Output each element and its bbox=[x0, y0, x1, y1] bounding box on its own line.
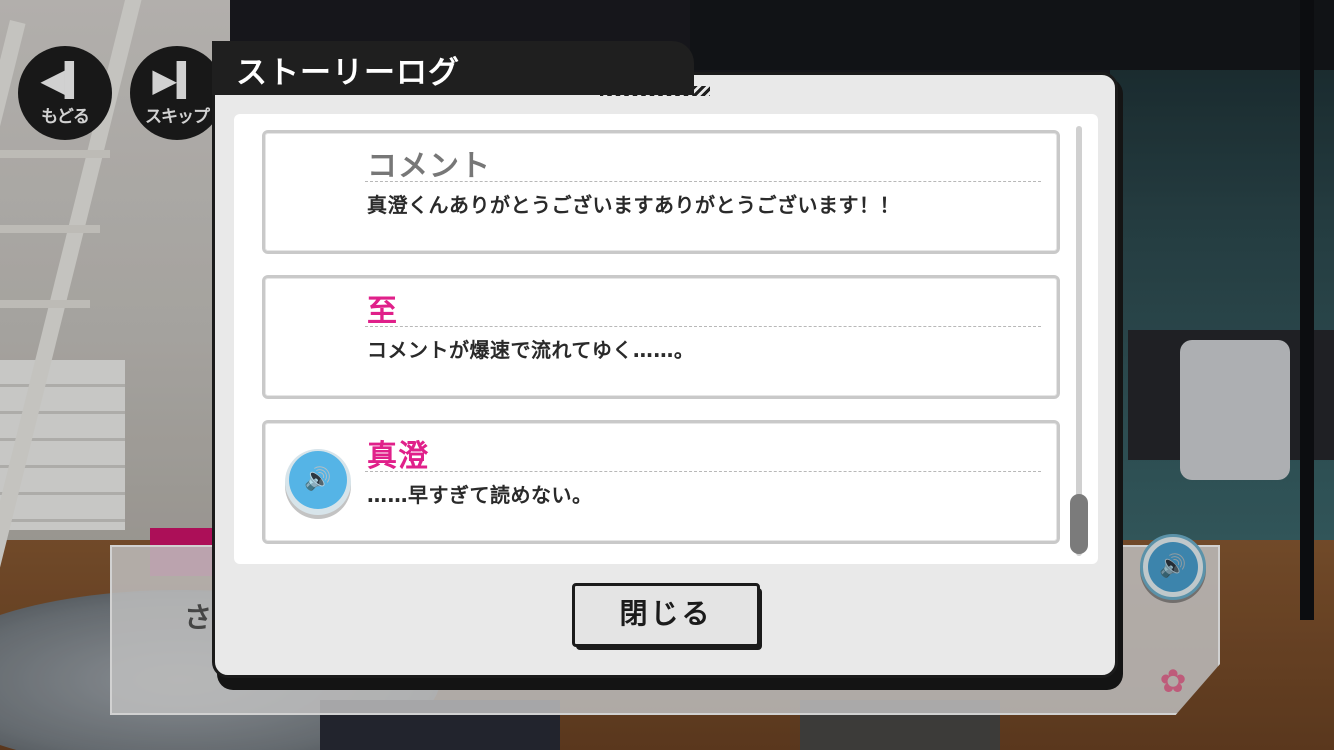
divider bbox=[365, 181, 1041, 182]
log-entry: コメント 真澄くんありがとうございますありがとうございます！！ bbox=[262, 130, 1060, 254]
divider bbox=[365, 471, 1041, 472]
dialogue-line: 真澄くんありがとうございますありがとうございます！！ bbox=[367, 193, 900, 217]
speaker-name: コメント bbox=[367, 149, 491, 184]
title-tab-decoration bbox=[600, 86, 710, 96]
speaker-name: 真澄 bbox=[367, 439, 429, 474]
close-button[interactable]: 閉じる bbox=[572, 583, 760, 647]
modal-title: ストーリーログ bbox=[236, 55, 460, 91]
log-entry: 至 コメントが爆速で流れてゆく……。 bbox=[262, 275, 1060, 399]
divider bbox=[365, 326, 1041, 327]
play-voice-button[interactable]: 🔊 bbox=[285, 449, 351, 515]
dialogue-line: ……早すぎて読めない。 bbox=[367, 483, 593, 507]
log-entry: 🔊 真澄 ……早すぎて読めない。 bbox=[262, 420, 1060, 544]
dialogue-line: コメントが爆速で流れてゆく……。 bbox=[367, 338, 695, 362]
speaker-icon: 🔊 bbox=[289, 451, 347, 509]
scrollbar-track[interactable] bbox=[1076, 126, 1082, 556]
speaker-name: 至 bbox=[367, 294, 398, 329]
scrollbar-thumb[interactable] bbox=[1070, 494, 1088, 554]
